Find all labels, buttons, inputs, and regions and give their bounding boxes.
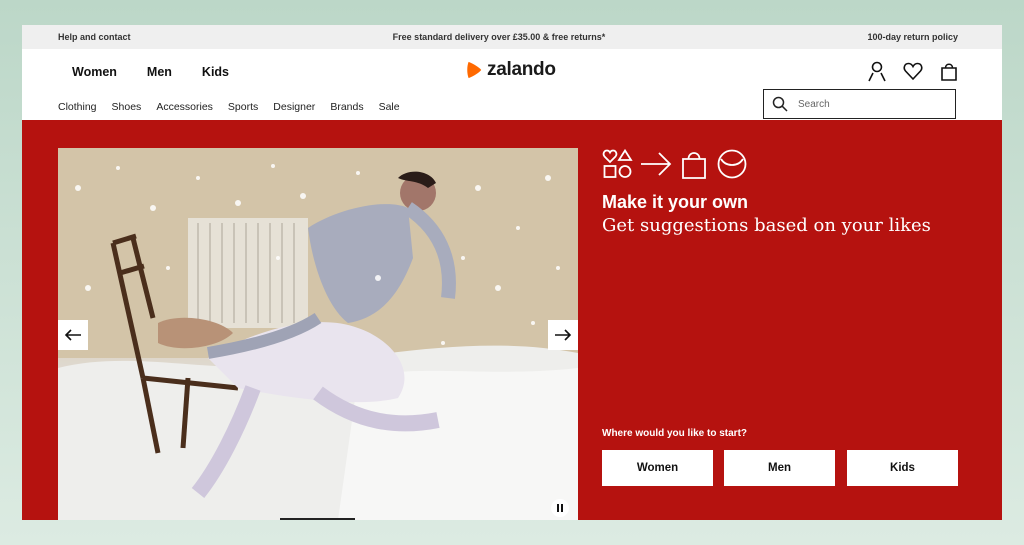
start-kids-button[interactable]: Kids [847,450,958,486]
header-icons [866,60,960,82]
info-bar: Help and contact Free standard delivery … [22,25,1002,49]
delivery-notice: Free standard delivery over £35.00 & fre… [392,32,606,42]
nav-men[interactable]: Men [147,65,172,79]
hero-photo-illustration [58,148,578,520]
start-label: Where would you like to start? [602,428,748,439]
gender-nav: Women Men Kids [72,65,259,79]
carousel-pause-button[interactable] [551,499,569,517]
nav-shoes[interactable]: Shoes [112,101,142,113]
pause-icon [557,504,563,512]
carousel-next-button[interactable] [548,320,578,350]
user-icon[interactable] [866,60,888,82]
search-input[interactable] [796,97,940,111]
nav-clothing[interactable]: Clothing [58,101,97,113]
zalando-logo[interactable]: zalando [465,59,556,81]
carousel-progress-indicator [280,518,355,520]
nav-brands[interactable]: Brands [330,101,363,113]
help-contact-link[interactable]: Help and contact [58,32,131,42]
hero-title: Make it your own [602,192,749,212]
hero-image [58,148,578,520]
bag-icon[interactable] [938,60,960,82]
nav-designer[interactable]: Designer [273,101,315,113]
arrow-right-icon [641,152,672,176]
nav-kids[interactable]: Kids [202,65,229,79]
heart-shapes-icon [602,148,633,178]
nav-sale[interactable]: Sale [379,101,400,113]
hero-subtitle: Get suggestions based on your likes [602,215,931,236]
carousel-prev-button[interactable] [58,320,88,350]
arrow-right-icon [555,329,572,341]
category-nav: Clothing Shoes Accessories Sports Design… [58,101,415,113]
search-icon [772,96,788,112]
logo-text: zalando [487,59,556,80]
heart-icon[interactable] [902,60,924,82]
shopping-bag-icon [682,152,706,179]
nav-sports[interactable]: Sports [228,101,258,113]
start-men-button[interactable]: Men [724,450,835,486]
arrow-left-icon [64,329,81,341]
page: Help and contact Free standard delivery … [22,25,1002,520]
nav-women[interactable]: Women [72,65,117,79]
nav-accessories[interactable]: Accessories [156,101,213,113]
start-women-button[interactable]: Women [602,450,713,486]
smile-icon [717,149,747,179]
hero-banner: Make it your own Get suggestions based o… [22,120,1002,520]
search-box[interactable] [763,89,956,119]
return-policy-link[interactable]: 100-day return policy [867,32,958,42]
hero-icon-row [602,148,748,180]
logo-mark-icon [467,61,482,79]
